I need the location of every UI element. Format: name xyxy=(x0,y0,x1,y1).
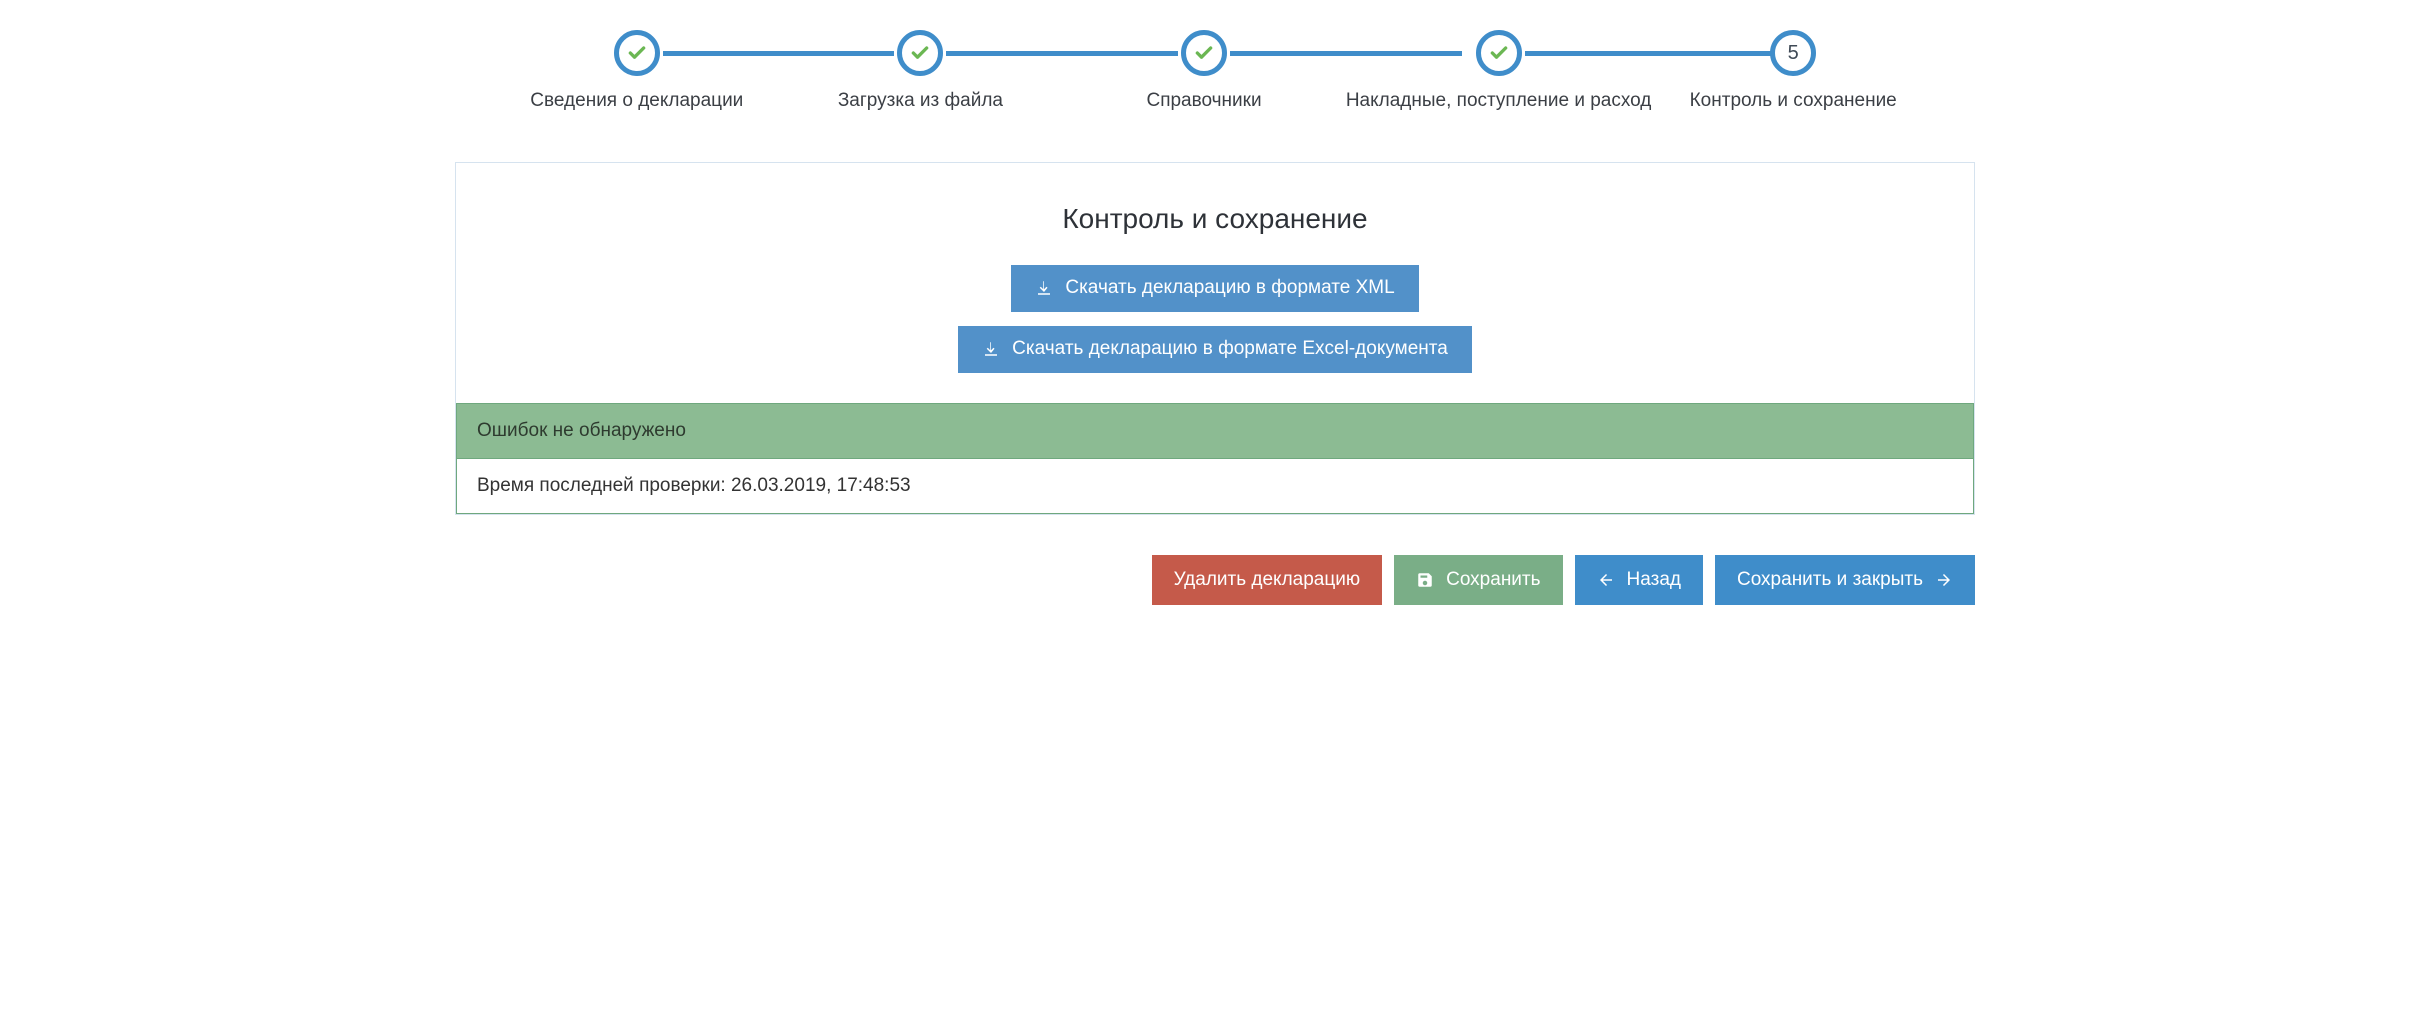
download-buttons: Скачать декларацию в формате XML Скачать… xyxy=(456,265,1974,373)
step-circle xyxy=(1181,30,1227,76)
step-number: 5 xyxy=(1788,42,1799,65)
step-circle xyxy=(1476,30,1522,76)
control-save-panel: Контроль и сохранение Скачать декларацию… xyxy=(455,162,1975,515)
delete-button[interactable]: Удалить декларацию xyxy=(1152,555,1383,606)
step-2[interactable]: Загрузка из файла xyxy=(779,30,1063,112)
step-label: Накладные, поступление и расход xyxy=(1346,90,1652,112)
download-excel-button[interactable]: Скачать декларацию в формате Excel-докум… xyxy=(958,326,1472,373)
check-icon xyxy=(627,43,647,63)
step-circle xyxy=(897,30,943,76)
download-icon xyxy=(1035,279,1053,297)
download-excel-label: Скачать декларацию в формате Excel-докум… xyxy=(1012,338,1448,361)
status-table: Ошибок не обнаружено Время последней про… xyxy=(456,403,1974,514)
step-label: Справочники xyxy=(1146,90,1261,112)
check-icon xyxy=(1489,43,1509,63)
download-xml-button[interactable]: Скачать декларацию в формате XML xyxy=(1011,265,1418,312)
panel-title: Контроль и сохранение xyxy=(456,203,1974,235)
status-heading: Ошибок не обнаружено xyxy=(457,404,1973,459)
step-label: Загрузка из файла xyxy=(838,90,1003,112)
floppy-icon xyxy=(1416,571,1434,589)
check-icon xyxy=(1194,43,1214,63)
check-icon xyxy=(910,43,930,63)
download-icon xyxy=(982,340,1000,358)
arrow-left-icon xyxy=(1597,571,1615,589)
download-xml-label: Скачать декларацию в формате XML xyxy=(1065,277,1394,300)
step-1[interactable]: Сведения о декларации xyxy=(495,30,779,112)
save-button[interactable]: Сохранить xyxy=(1394,555,1562,606)
footer-actions: Удалить декларацию Сохранить Назад Сохра… xyxy=(455,555,1975,606)
step-4[interactable]: Накладные, поступление и расход xyxy=(1346,30,1652,112)
save-close-button[interactable]: Сохранить и закрыть xyxy=(1715,555,1975,606)
stepper: Сведения о декларации Загрузка из файла … xyxy=(495,30,1935,112)
save-label: Сохранить xyxy=(1446,569,1540,592)
arrow-right-icon xyxy=(1935,571,1953,589)
step-3[interactable]: Справочники xyxy=(1062,30,1346,112)
back-label: Назад xyxy=(1627,569,1681,592)
last-check-time: Время последней проверки: 26.03.2019, 17… xyxy=(457,459,1973,513)
save-close-label: Сохранить и закрыть xyxy=(1737,569,1923,592)
back-button[interactable]: Назад xyxy=(1575,555,1703,606)
step-label: Контроль и сохранение xyxy=(1690,90,1897,112)
step-label: Сведения о декларации xyxy=(530,90,743,112)
step-circle xyxy=(614,30,660,76)
step-5-current[interactable]: 5 Контроль и сохранение xyxy=(1651,30,1935,112)
delete-label: Удалить декларацию xyxy=(1174,569,1361,592)
step-circle: 5 xyxy=(1770,30,1816,76)
